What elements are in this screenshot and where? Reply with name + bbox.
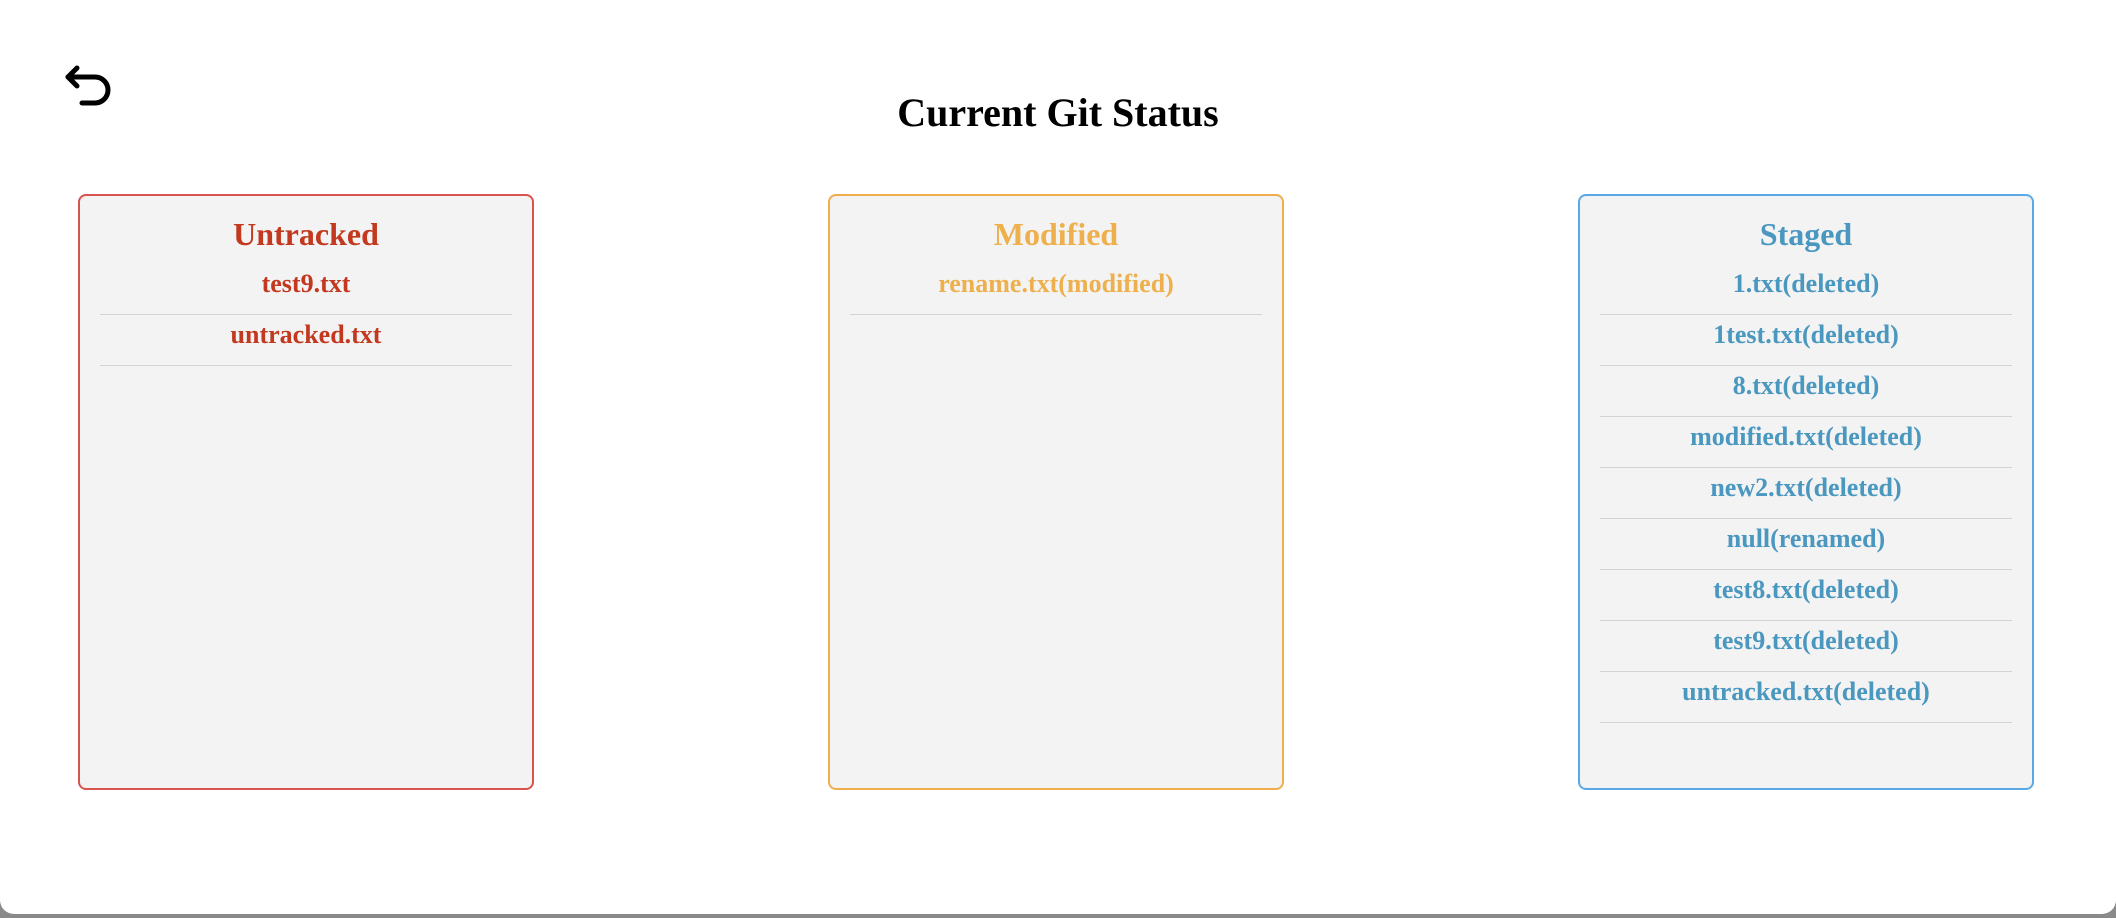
untracked-panel-title: Untracked [233,216,379,252]
staged-panel-title: Staged [1759,216,1853,252]
file-list-item[interactable]: 8.txt(deleted) [1600,368,2012,417]
file-list-item[interactable]: 1test.txt(deleted) [1600,317,2012,366]
page-title: Current Git Status [897,90,1219,135]
file-list-item[interactable]: test9.txt(deleted) [1600,623,2012,672]
file-list-item[interactable]: rename.txt(modified) [850,266,1262,315]
file-list-item[interactable]: null(renamed) [1600,521,2012,570]
file-list-item[interactable]: untracked.txt(deleted) [1600,674,2012,723]
app-window: Current Git Status Untracked test9.txt un… [0,0,2116,914]
staged-panel: Staged 1.txt(deleted) 1test.txt(deleted) 8… [1578,194,2034,790]
modified-panel: Modified rename.txt(modified) [828,194,1284,790]
file-list-item[interactable]: 1.txt(deleted) [1600,266,2012,315]
file-list-item[interactable]: test8.txt(deleted) [1600,572,2012,621]
modified-panel-title: Modified [993,216,1119,252]
staged-file-list: 1.txt(deleted) 1test.txt(deleted) 8.txt(de… [1600,266,2012,723]
file-list-item[interactable]: modified.txt(deleted) [1600,419,2012,468]
untracked-panel: Untracked test9.txt untracked.txt [78,194,534,790]
untracked-file-list: test9.txt untracked.txt [100,266,512,366]
file-list-item[interactable]: untracked.txt [100,317,512,366]
modified-file-list: rename.txt(modified) [850,266,1262,315]
file-list-item[interactable]: new2.txt(deleted) [1600,470,2012,519]
file-list-item[interactable]: test9.txt [100,266,512,315]
